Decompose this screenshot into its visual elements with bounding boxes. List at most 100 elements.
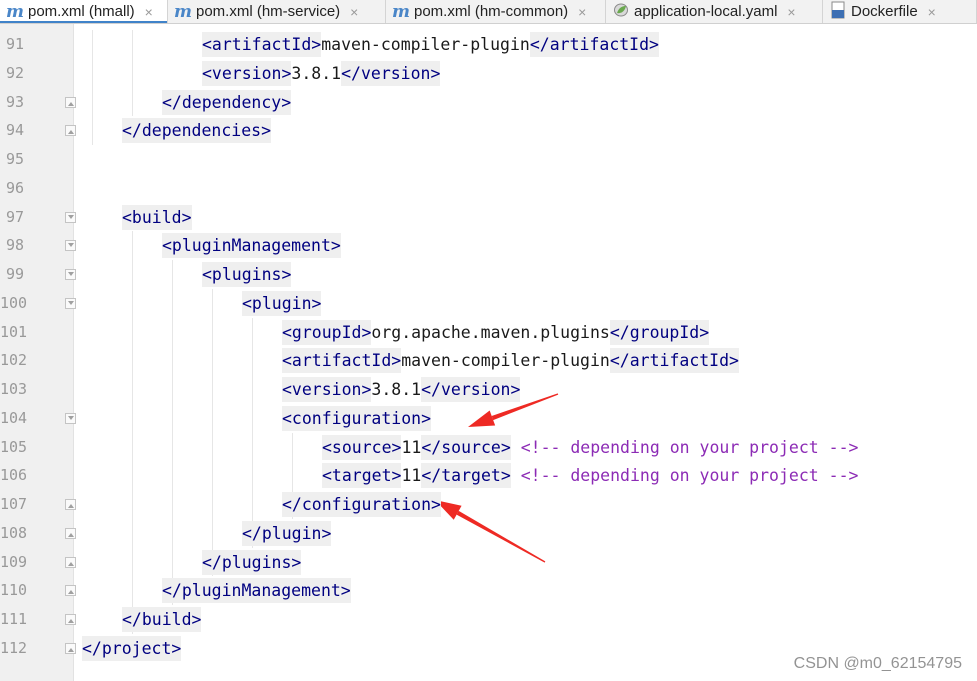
line-number: 96	[5, 178, 24, 197]
code-line[interactable]: </plugin>	[242, 519, 332, 548]
xml-tag: </plugin>	[242, 520, 332, 546]
xml-tag: </target>	[421, 463, 511, 489]
line-number: 99	[5, 265, 24, 283]
docker-file-icon	[827, 1, 849, 23]
code-line[interactable]: <plugin>	[242, 289, 322, 318]
xml-tag: <version>	[282, 377, 372, 402]
tab-3[interactable]: application-local.yaml ×	[606, 0, 823, 23]
line-number: 102	[0, 351, 28, 370]
code-line[interactable]: </plugins>	[202, 548, 302, 577]
tab-label: pom.xml (hmall)	[28, 3, 135, 20]
line-number: 105	[0, 437, 28, 456]
maven-icon: m	[6, 1, 24, 22]
xml-tag: <plugins>	[202, 262, 292, 287]
xml-tag: <artifactId>	[282, 348, 402, 374]
xml-tag: </dependency>	[162, 89, 292, 115]
xml-tag: <source>	[322, 434, 402, 460]
code-line[interactable]: <plugins>	[202, 260, 292, 289]
line-number: 98	[5, 236, 24, 255]
maven-icon: m	[174, 1, 192, 22]
xml-text: 11	[401, 466, 422, 486]
code-line[interactable]: <version>3.8.1</version>	[202, 59, 441, 88]
line-number: 111	[0, 610, 28, 628]
code-line[interactable]: <target>11</target> <!-- depending on yo…	[322, 461, 858, 490]
xml-tag: <configuration>	[282, 405, 432, 431]
line-number: 97	[5, 207, 24, 226]
line-number: 92	[5, 63, 24, 82]
xml-tag: <target>	[322, 463, 402, 489]
tab-label: application-local.yaml	[634, 3, 778, 20]
tab-label: pom.xml (hm-service)	[196, 3, 341, 20]
line-number: 91	[5, 35, 24, 53]
indent-guide	[212, 288, 213, 577]
code-line[interactable]: <pluginManagement>	[162, 231, 341, 260]
xml-text	[511, 438, 521, 457]
xml-text: org.apache.maven.plugins	[371, 322, 610, 342]
xml-tag: </pluginManagement>	[162, 578, 351, 604]
xml-tag: </configuration>	[282, 492, 441, 517]
xml-comment: <!-- depending on your project -->	[520, 466, 859, 486]
line-number: 104	[0, 408, 28, 427]
xml-tag: </groupId>	[609, 319, 710, 345]
tab-0[interactable]: m pom.xml (hmall) ×	[0, 0, 168, 23]
code-line[interactable]: <build>	[122, 203, 192, 232]
code-line[interactable]: <version>3.8.1</version>	[282, 375, 521, 404]
maven-icon: m	[392, 1, 410, 22]
tab-label: pom.xml (hm-common)	[414, 3, 569, 20]
code-editor[interactable]: <artifactId>maven-compiler-plugin</artif…	[75, 24, 977, 681]
code-line[interactable]: </dependencies>	[122, 116, 272, 145]
xml-tag: <artifactId>	[202, 32, 322, 57]
line-number: 93	[5, 92, 24, 111]
line-number: 100	[0, 293, 28, 312]
watermark: CSDN @m0_62154795	[793, 655, 962, 672]
xml-tag: </project>	[82, 635, 182, 661]
line-number: 103	[0, 380, 28, 398]
code-line[interactable]: </pluginManagement>	[162, 576, 351, 605]
tab-label: Dockerfile	[851, 3, 918, 20]
code-line[interactable]: <source>11</source> <!-- depending on yo…	[322, 433, 858, 462]
red-arrow-to-configuration-close	[435, 500, 546, 563]
line-number: 94	[5, 121, 24, 140]
xml-tag: <version>	[202, 60, 292, 86]
code-line[interactable]: </configuration>	[282, 490, 441, 519]
xml-tag: </artifactId>	[609, 348, 739, 374]
xml-tag: </source>	[421, 434, 511, 460]
xml-tag: </plugins>	[202, 549, 302, 575]
xml-text: 11	[401, 437, 422, 457]
code-line[interactable]: <artifactId>maven-compiler-plugin</artif…	[282, 346, 739, 375]
tab-4[interactable]: Dockerfile ×	[823, 0, 977, 23]
code-line[interactable]: </dependency>	[162, 88, 292, 117]
xml-tag: <groupId>	[282, 319, 372, 345]
xml-text: maven-compiler-plugin	[321, 35, 530, 54]
line-number: 108	[0, 523, 28, 542]
close-icon[interactable]: ×	[922, 4, 942, 20]
xml-tag: </version>	[341, 60, 441, 86]
line-number: 107	[0, 495, 28, 513]
code-line[interactable]: </build>	[122, 605, 202, 634]
xml-text: 3.8.1	[371, 380, 422, 399]
code-line[interactable]: </project>	[82, 634, 182, 663]
xml-tag: </build>	[122, 607, 202, 632]
indent-guide	[92, 30, 93, 145]
xml-tag: </artifactId>	[529, 32, 659, 57]
indent-guide	[132, 30, 133, 117]
tab-2[interactable]: m pom.xml (hm-common) ×	[386, 0, 606, 23]
xml-text	[511, 466, 521, 485]
xml-tag: </dependencies>	[122, 118, 272, 144]
xml-tag: <plugin>	[242, 290, 322, 316]
xml-comment: <!-- depending on your project -->	[520, 437, 859, 457]
line-number-gutter: 91 92 93 94 95 96 97 98 99 100 101 102 103 104 105 106 1…	[0, 24, 76, 681]
editor-tab-bar: m pom.xml (hmall) × m pom.xml (hm-service) × m…	[0, 0, 977, 24]
line-number: 101	[0, 322, 28, 341]
code-line[interactable]: <artifactId>maven-compiler-plugin</artif…	[202, 30, 659, 59]
code-line[interactable]: <configuration>	[282, 404, 432, 433]
close-icon[interactable]: ×	[781, 4, 801, 20]
close-icon[interactable]: ×	[344, 4, 364, 20]
code-line[interactable]: <groupId>org.apache.maven.plugins</group…	[282, 318, 710, 347]
xml-text: 3.8.1	[291, 63, 342, 83]
line-number: 112	[0, 638, 28, 657]
close-icon[interactable]: ×	[572, 4, 592, 20]
close-icon[interactable]: ×	[139, 4, 159, 20]
xml-tag: </version>	[421, 377, 521, 402]
tab-1[interactable]: m pom.xml (hm-service) ×	[168, 0, 386, 23]
